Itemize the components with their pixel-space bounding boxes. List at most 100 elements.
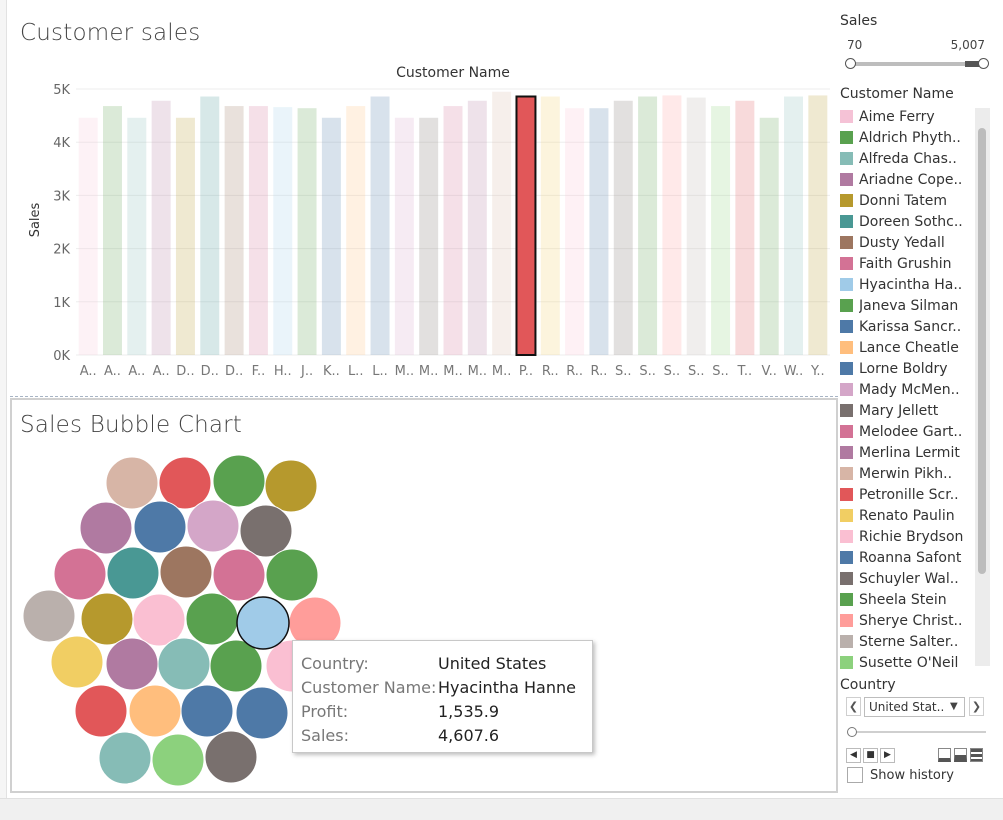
- legend-scroll-thumb[interactable]: [978, 128, 986, 574]
- legend-item[interactable]: Lance Cheatle: [840, 337, 978, 358]
- speed-fast-button[interactable]: [970, 748, 983, 762]
- legend-item[interactable]: Aldrich Phyth..: [840, 127, 978, 148]
- legend-item[interactable]: Sterne Salter..: [840, 631, 978, 652]
- bubble[interactable]: [159, 545, 213, 599]
- bar[interactable]: [102, 106, 122, 355]
- bubble[interactable]: [106, 546, 160, 600]
- legend-item[interactable]: Mady McMen..: [840, 379, 978, 400]
- bar[interactable]: [784, 96, 804, 356]
- speed-medium-button[interactable]: [954, 748, 967, 762]
- sales-range-track[interactable]: [850, 62, 983, 66]
- sales-range-max-handle[interactable]: [978, 58, 989, 69]
- bar[interactable]: [492, 91, 512, 355]
- legend-item[interactable]: Hyacintha Ha..: [840, 274, 978, 295]
- bubble[interactable]: [98, 731, 152, 785]
- bar[interactable]: [589, 108, 609, 355]
- bar[interactable]: [321, 117, 341, 355]
- bar[interactable]: [540, 96, 560, 356]
- sales-range-min-handle[interactable]: [845, 58, 856, 69]
- bubble[interactable]: [186, 499, 240, 553]
- bar[interactable]: [662, 95, 682, 355]
- stop-button[interactable]: ■: [863, 748, 878, 763]
- bar[interactable]: [759, 117, 779, 355]
- bubble[interactable]: [204, 730, 258, 784]
- legend-item[interactable]: Melodee Gart..: [840, 421, 978, 442]
- bubble[interactable]: [180, 684, 234, 738]
- bar[interactable]: [346, 106, 366, 355]
- bar[interactable]: [443, 106, 463, 355]
- bar[interactable]: [467, 100, 487, 355]
- play-forward-button[interactable]: ▶: [880, 748, 895, 763]
- country-next-button[interactable]: ❯: [969, 697, 984, 716]
- show-history-checkbox[interactable]: [847, 767, 863, 783]
- legend-item[interactable]: Merwin Pikh..: [840, 463, 978, 484]
- bubble[interactable]: [212, 548, 266, 602]
- bubble-selected[interactable]: [236, 596, 290, 650]
- bar[interactable]: [127, 117, 147, 355]
- legend-item[interactable]: Roanna Safont: [840, 547, 978, 568]
- bubble[interactable]: [264, 459, 318, 513]
- bubble[interactable]: [158, 456, 212, 510]
- country-prev-button[interactable]: ❮: [846, 697, 861, 716]
- country-slider-handle[interactable]: [847, 727, 857, 737]
- bubble[interactable]: [74, 684, 128, 738]
- bar[interactable]: [735, 100, 755, 355]
- bubble[interactable]: [80, 592, 134, 646]
- legend-item[interactable]: Susette O'Neil: [840, 652, 978, 673]
- bar[interactable]: [224, 106, 244, 355]
- bubble[interactable]: [235, 686, 289, 740]
- legend-item[interactable]: Donni Tatem: [840, 190, 978, 211]
- legend-item[interactable]: Doreen Sothc..: [840, 211, 978, 232]
- bar[interactable]: [175, 117, 195, 355]
- bubble[interactable]: [239, 504, 293, 558]
- bar[interactable]: [297, 108, 317, 355]
- bubble[interactable]: [50, 635, 104, 689]
- legend-item[interactable]: Aime Ferry: [840, 106, 978, 127]
- play-backward-button[interactable]: ◀: [846, 748, 861, 763]
- bar[interactable]: [613, 100, 633, 355]
- caret-down-icon[interactable]: ▼: [950, 697, 958, 717]
- bar[interactable]: [273, 107, 293, 355]
- legend-item[interactable]: Renato Paulin: [840, 505, 978, 526]
- legend-item[interactable]: Richie Brydson: [840, 526, 978, 547]
- legend-item[interactable]: Faith Grushin: [840, 253, 978, 274]
- bubble[interactable]: [53, 547, 107, 601]
- bubble[interactable]: [133, 500, 187, 554]
- legend-item[interactable]: Sherye Christ..: [840, 610, 978, 631]
- legend-item[interactable]: Ariadne Cope..: [840, 169, 978, 190]
- bubble[interactable]: [105, 456, 159, 510]
- bubble[interactable]: [79, 501, 133, 555]
- legend-item[interactable]: Schuyler Wal..: [840, 568, 978, 589]
- bar[interactable]: [515, 95, 537, 356]
- bubble[interactable]: [212, 454, 266, 508]
- legend-item[interactable]: Alfreda Chas..: [840, 148, 978, 169]
- bar[interactable]: [419, 117, 439, 355]
- bubble[interactable]: [265, 548, 319, 602]
- bubble[interactable]: [132, 593, 186, 647]
- legend-item[interactable]: Lorne Boldry: [840, 358, 978, 379]
- legend-item[interactable]: Karissa Sancr..: [840, 316, 978, 337]
- legend-item[interactable]: Merlina Lermit: [840, 442, 978, 463]
- bar[interactable]: [394, 117, 414, 355]
- bubble[interactable]: [22, 589, 76, 643]
- bar[interactable]: [370, 96, 390, 356]
- country-slider-track[interactable]: [850, 731, 986, 733]
- bubble[interactable]: [105, 637, 159, 691]
- bar[interactable]: [808, 95, 828, 355]
- bar[interactable]: [248, 106, 268, 355]
- bubble[interactable]: [185, 592, 239, 646]
- bar[interactable]: [686, 97, 706, 355]
- bubble[interactable]: [157, 637, 211, 691]
- legend-item[interactable]: Sheela Stein: [840, 589, 978, 610]
- legend-item[interactable]: Dusty Yedall: [840, 232, 978, 253]
- legend-item[interactable]: Janeva Silman: [840, 295, 978, 316]
- bar[interactable]: [565, 108, 585, 355]
- bar[interactable]: [151, 100, 171, 355]
- speed-slow-button[interactable]: [938, 748, 951, 762]
- bar[interactable]: [200, 96, 220, 356]
- bar[interactable]: [78, 117, 98, 355]
- legend-item[interactable]: Mary Jellett: [840, 400, 978, 421]
- bubble[interactable]: [151, 733, 205, 787]
- bubble[interactable]: [128, 684, 182, 738]
- bar[interactable]: [638, 96, 658, 356]
